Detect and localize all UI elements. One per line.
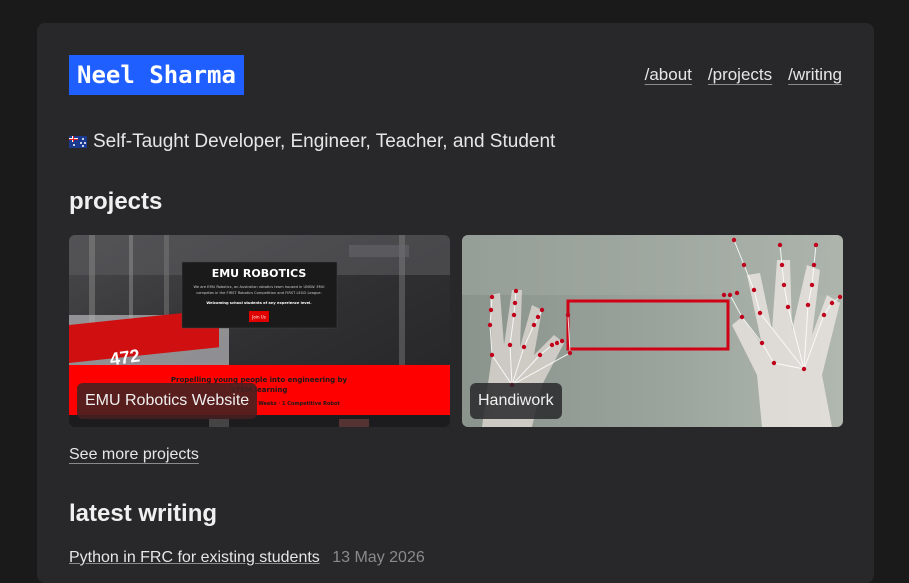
nav-link-writing[interactable]: /writing — [788, 65, 842, 85]
project-label: EMU Robotics Website — [77, 383, 258, 419]
writing-list-item: Python in FRC for existing students 13 M… — [69, 549, 425, 567]
emu-dialog-blurb-1: We are EMU Robotics, an Australian robot… — [194, 285, 325, 289]
writing-item-title[interactable]: Python in FRC for existing students — [69, 549, 320, 566]
emu-dialog-blurb-3: Welcoming school students of any experie… — [206, 301, 311, 305]
tagline-text: Self-Taught Developer, Engineer, Teacher… — [93, 131, 556, 152]
emu-join-button: Join Us — [251, 315, 266, 320]
emu-banner-line-3: Weeks · 1 Competitive Robot — [258, 401, 340, 407]
tagline: Self-Taught Developer, Engineer, Teacher… — [69, 131, 555, 153]
project-card-handiwork[interactable]: Handiwork — [462, 235, 843, 427]
latest-writing-heading: latest writing — [69, 500, 218, 527]
see-more-projects-link[interactable]: See more projects — [69, 446, 199, 464]
project-card-emu-robotics[interactable]: 472 EMU ROBOTICS We are EMU Robotics, an… — [69, 235, 450, 427]
projects-heading: projects — [69, 188, 163, 215]
site-logo[interactable]: Neel Sharma — [69, 55, 244, 95]
main-card: Neel Sharma /about /projects /writing Se… — [37, 23, 874, 583]
site-nav: /about /projects /writing — [645, 65, 842, 85]
writing-item-date: 13 May 2026 — [332, 549, 425, 566]
nav-link-projects[interactable]: /projects — [708, 65, 772, 85]
emu-dialog-heading: EMU ROBOTICS — [212, 267, 307, 280]
nav-link-about[interactable]: /about — [645, 65, 692, 85]
project-label: Handiwork — [470, 383, 562, 419]
australia-flag-icon — [69, 136, 87, 148]
site-header: Neel Sharma /about /projects /writing — [69, 55, 842, 95]
emu-dialog-blurb-2: competes in the FIRST Robotics Competiti… — [196, 291, 322, 295]
